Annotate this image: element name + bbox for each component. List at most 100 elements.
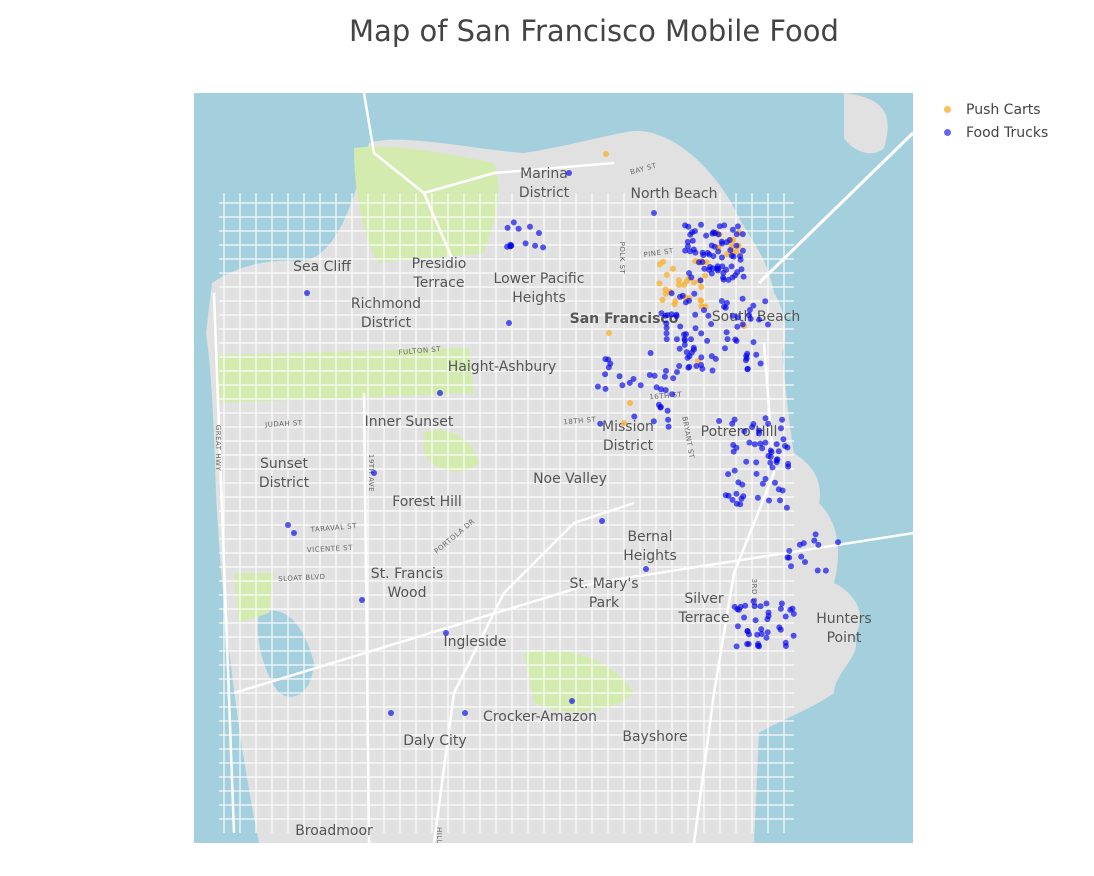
push-cart-point[interactable] [656, 280, 663, 287]
food-truck-point[interactable] [703, 232, 710, 239]
food-truck-point[interactable] [734, 323, 741, 330]
food-truck-point[interactable] [756, 427, 763, 434]
food-truck-point[interactable] [739, 247, 746, 254]
food-truck-point[interactable] [663, 336, 670, 343]
food-truck-point[interactable] [676, 363, 683, 369]
food-truck-point[interactable] [709, 367, 716, 374]
food-truck-point[interactable] [686, 270, 693, 277]
food-truck-point[interactable] [762, 439, 769, 446]
food-truck-point[interactable] [616, 373, 623, 380]
food-truck-point[interactable] [708, 353, 715, 360]
food-truck-point[interactable] [646, 372, 653, 378]
food-truck-point[interactable] [607, 360, 614, 367]
food-truck-point[interactable] [665, 423, 672, 430]
food-truck-point[interactable] [742, 357, 749, 364]
food-truck-point[interactable] [388, 710, 394, 716]
food-truck-point[interactable] [692, 249, 699, 256]
food-truck-point[interactable] [740, 273, 747, 280]
food-truck-point[interactable] [437, 390, 443, 396]
food-truck-point[interactable] [733, 500, 740, 507]
food-truck-point[interactable] [630, 376, 637, 382]
food-truck-point[interactable] [750, 598, 757, 605]
food-truck-point[interactable] [765, 420, 772, 427]
food-truck-point[interactable] [686, 297, 692, 304]
food-truck-point[interactable] [784, 554, 791, 561]
push-cart-point[interactable] [697, 297, 704, 304]
push-cart-point[interactable] [663, 271, 670, 278]
food-truck-point[interactable] [688, 336, 694, 343]
food-truck-point[interactable] [763, 600, 770, 607]
food-truck-point[interactable] [728, 252, 735, 259]
food-truck-point[interactable] [741, 614, 748, 621]
food-truck-point[interactable] [663, 367, 669, 374]
food-truck-point[interactable] [719, 240, 726, 247]
food-truck-point[interactable] [744, 366, 751, 373]
food-truck-point[interactable] [691, 290, 698, 297]
push-cart-point[interactable] [662, 286, 669, 293]
food-truck-point[interactable] [782, 443, 788, 449]
food-truck-point[interactable] [653, 384, 660, 391]
food-truck-point[interactable] [754, 494, 761, 501]
food-truck-point[interactable] [776, 624, 783, 631]
food-truck-point[interactable] [786, 547, 793, 554]
food-truck-point[interactable] [686, 353, 693, 360]
food-truck-point[interactable] [532, 242, 539, 249]
food-truck-point[interactable] [619, 382, 626, 389]
food-truck-point[interactable] [682, 247, 689, 254]
push-cart-point[interactable] [675, 282, 682, 288]
food-truck-point[interactable] [777, 605, 784, 612]
food-truck-point[interactable] [515, 225, 522, 232]
food-truck-point[interactable] [371, 470, 377, 476]
push-cart-point[interactable] [702, 272, 709, 279]
food-truck-point[interactable] [705, 312, 712, 319]
food-truck-point[interactable] [814, 567, 821, 574]
food-truck-point[interactable] [692, 325, 699, 332]
food-truck-point[interactable] [689, 237, 696, 244]
food-truck-point[interactable] [663, 330, 670, 337]
food-truck-point[interactable] [663, 324, 670, 331]
food-truck-point[interactable] [750, 339, 757, 346]
food-truck-point[interactable] [789, 605, 796, 612]
food-truck-point[interactable] [733, 490, 740, 497]
food-truck-point[interactable] [730, 442, 737, 448]
food-truck-point[interactable] [651, 210, 657, 216]
food-truck-point[interactable] [682, 222, 689, 229]
food-truck-point[interactable] [734, 623, 741, 630]
food-truck-point[interactable] [733, 643, 740, 650]
food-truck-point[interactable] [701, 307, 707, 314]
food-truck-point[interactable] [782, 613, 789, 620]
food-truck-point[interactable] [741, 428, 748, 435]
food-truck-point[interactable] [720, 274, 727, 281]
push-cart-point[interactable] [603, 151, 609, 157]
food-truck-point[interactable] [733, 242, 740, 249]
food-truck-point[interactable] [739, 321, 746, 328]
food-truck-point[interactable] [762, 475, 769, 482]
food-truck-point[interactable] [698, 330, 705, 337]
food-truck-point[interactable] [751, 603, 758, 610]
food-truck-point[interactable] [507, 243, 514, 250]
food-truck-point[interactable] [696, 259, 702, 266]
food-truck-point[interactable] [780, 436, 787, 443]
food-truck-point[interactable] [800, 540, 807, 547]
food-truck-point[interactable] [763, 634, 770, 641]
food-truck-point[interactable] [738, 266, 745, 273]
food-truck-point[interactable] [756, 316, 763, 323]
map-canvas[interactable]: Marina District North Beach Presidio Terrace… [194, 93, 913, 843]
food-truck-point[interactable] [693, 363, 700, 369]
food-truck-point[interactable] [731, 467, 738, 474]
food-truck-point[interactable] [602, 385, 609, 392]
food-truck-point[interactable] [677, 293, 683, 300]
food-truck-point[interactable] [753, 470, 760, 477]
food-truck-point[interactable] [766, 497, 772, 504]
food-truck-point[interactable] [673, 336, 680, 343]
food-truck-point[interactable] [662, 387, 669, 394]
food-truck-point[interactable] [716, 418, 723, 424]
food-truck-point[interactable] [775, 448, 782, 455]
food-truck-point[interactable] [729, 312, 736, 319]
food-truck-point[interactable] [782, 643, 789, 649]
food-truck-point[interactable] [725, 492, 732, 499]
push-cart-point[interactable] [698, 284, 705, 290]
food-truck-point[interactable] [729, 226, 736, 233]
food-truck-point[interactable] [743, 458, 750, 465]
food-truck-point[interactable] [712, 230, 719, 237]
